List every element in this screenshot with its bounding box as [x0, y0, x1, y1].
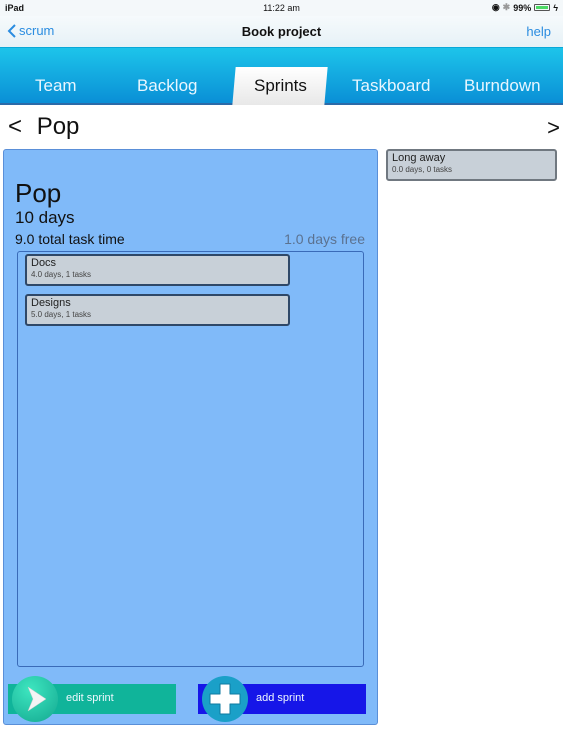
charging-icon: ϟ [553, 2, 558, 13]
battery-icon [534, 4, 551, 11]
story-name: Designs [31, 297, 71, 309]
tab-bar: Team Backlog Sprints Taskboard Burndown [0, 47, 563, 105]
sprint-navigator: < Pop [8, 113, 79, 141]
story-item[interactable]: Docs 4.0 days, 1 tasks [25, 254, 290, 286]
sprint-name: Pop [15, 178, 62, 208]
tab-sprints[interactable]: Sprints [232, 67, 328, 105]
story-item[interactable]: Designs 5.0 days, 1 tasks [25, 294, 290, 326]
tab-backlog[interactable]: Backlog [137, 76, 197, 96]
story-meta: 5.0 days, 1 tasks [31, 310, 92, 319]
battery-percent: 99% [513, 2, 532, 13]
previous-sprint-button[interactable]: < [8, 113, 22, 140]
sprint-free-days: 1.0 days free [284, 231, 365, 247]
story-name: Docs [31, 257, 57, 269]
sprint-duration: 10 days [15, 208, 75, 227]
unassigned-story-item[interactable]: Long away 0.0 days, 0 tasks [386, 149, 557, 181]
sprint-total-task-time: 9.0 total task time [15, 231, 125, 247]
edit-sprint-label: edit sprint [66, 692, 114, 704]
status-bar: iPad 11:22 am ◉ ✱ 99% ϟ [0, 0, 563, 16]
tab-burndown[interactable]: Burndown [464, 76, 541, 96]
bluetooth-icon: ✱ [502, 2, 511, 12]
sprint-card: Pop 10 days 9.0 total task time 1.0 days… [3, 149, 378, 725]
lock-rotation-icon: ◉ [491, 2, 500, 12]
story-meta: 0.0 days, 0 tasks [392, 165, 453, 174]
play-arrow-icon [12, 676, 58, 722]
tab-team[interactable]: Team [35, 76, 77, 96]
current-sprint-title: Pop [36, 113, 80, 140]
tab-sprints-label: Sprints [253, 76, 307, 95]
clock: 11:22 am [263, 3, 300, 13]
page-title: Book project [241, 24, 322, 39]
next-sprint-button[interactable]: > [547, 115, 560, 141]
status-icons: ◉ ✱ 99% ϟ [492, 2, 558, 13]
edit-sprint-button[interactable]: edit sprint [8, 676, 176, 722]
sprint-story-list[interactable]: Docs 4.0 days, 1 tasks Designs 5.0 days,… [17, 251, 364, 667]
plus-icon [202, 676, 248, 722]
tab-taskboard[interactable]: Taskboard [352, 76, 430, 96]
story-name: Long away [392, 152, 446, 164]
story-meta: 4.0 days, 1 tasks [31, 270, 92, 279]
add-sprint-label: add sprint [256, 692, 305, 704]
navigation-bar: scrum Book project help [0, 16, 563, 48]
add-sprint-button[interactable]: add sprint [198, 676, 366, 722]
help-link[interactable]: help [526, 24, 551, 39]
